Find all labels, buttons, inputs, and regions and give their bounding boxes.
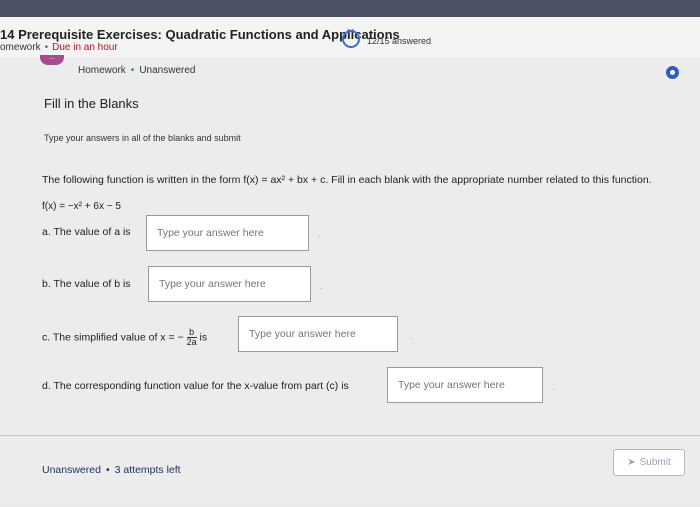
submit-label: Submit [639,457,671,468]
submit-button[interactable]: ➤ Submit [613,449,685,476]
separator-dot: • [130,65,135,76]
footer-divider [0,435,700,436]
attempts-left: 3 attempts left [114,464,181,476]
paper-plane-icon: ➤ [627,457,636,468]
part-a-label: a. The value of a is [42,226,131,238]
part-a-input[interactable] [146,215,309,251]
part-c-label-prefix: c. The simplified value of x = − [42,331,184,344]
part-d-input[interactable] [387,367,543,403]
function-expression: f(x) = −x² + 6x − 5 [42,201,121,212]
part-c-label: c. The simplified value of x = − b 2a is [42,328,207,347]
instructions: Type your answers in all of the blanks a… [44,133,241,143]
top-bar [0,0,700,17]
question-tag[interactable]: ... [40,54,64,65]
question-card: ... Homework • Unanswered Fill in the Blan… [0,54,700,504]
question-type: Homework [78,65,126,76]
due-label: Due in an hour [52,42,118,53]
part-d-punct: . [552,383,555,392]
part-b-punct: . [320,282,323,291]
part-c-punct: . [410,332,413,341]
fraction-denominator: 2a [186,337,197,347]
assignment-type: omework [0,42,41,53]
question-title: Fill in the Blanks [44,96,139,111]
assignment-title: 14 Prerequisite Exercises: Quadratic Fun… [0,27,400,42]
fraction: b 2a [186,328,197,347]
part-a-punct: . [318,230,321,239]
progress-ring-icon [342,30,360,48]
question-meta: Homework • Unanswered [78,65,195,76]
separator-dot: • [44,42,49,53]
problem-text: The following function is written in the… [42,174,652,186]
assignment-header: 14 Prerequisite Exercises: Quadratic Fun… [0,17,700,57]
part-b-label: b. The value of b is [42,278,131,290]
question-status: Unanswered [139,65,196,76]
progress-count: 12/15 answered [367,36,432,46]
part-c-label-suffix: is [199,331,208,344]
separator-dot: • [105,464,110,476]
part-c-input[interactable] [238,316,398,352]
assignment-meta: omework • Due in an hour [0,42,118,53]
part-d-label: d. The corresponding function value for … [42,380,349,392]
answer-status: Unanswered [42,464,101,476]
attempt-status: Unanswered • 3 attempts left [42,464,181,476]
info-badge-icon[interactable] [666,66,679,79]
part-b-input[interactable] [148,266,311,302]
